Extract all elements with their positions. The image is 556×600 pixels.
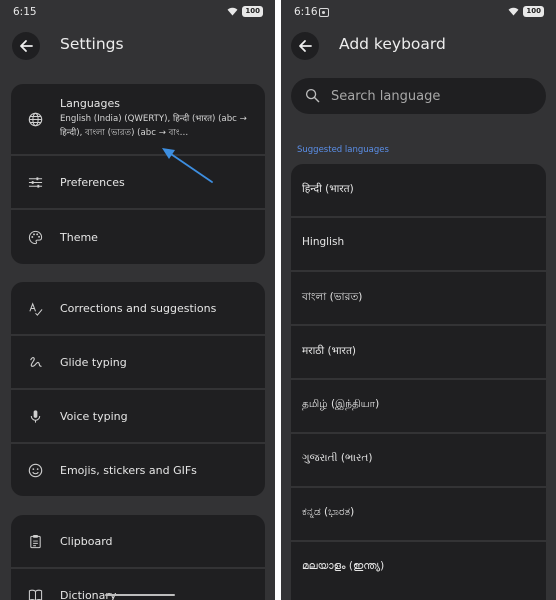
mic-icon bbox=[27, 408, 43, 424]
settings-item-glide-typing[interactable]: Glide typing bbox=[11, 336, 265, 388]
status-time: 6:16 bbox=[294, 6, 318, 18]
spellcheck-icon bbox=[27, 300, 43, 316]
add-keyboard-screen: 6:16 100 Add keyboard Suggested language… bbox=[281, 0, 556, 600]
status-time: 6:15 bbox=[13, 6, 37, 18]
settings-item-theme[interactable]: Theme bbox=[11, 210, 265, 264]
screen-record-icon bbox=[319, 8, 329, 17]
language-label: हिन्दी (भारत) bbox=[302, 183, 354, 195]
globe-icon bbox=[27, 111, 43, 127]
pointer-arrow-annotation bbox=[162, 148, 213, 183]
language-label: मराठी (भारत) bbox=[302, 345, 357, 357]
emojis-label: Emojis, stickers and GIFs bbox=[60, 464, 197, 477]
status-bar: 6:15 100 bbox=[0, 0, 275, 26]
language-item-gujarati[interactable]: ગુજરાતી (ભારત) bbox=[291, 434, 546, 486]
wifi-icon bbox=[227, 7, 238, 16]
app-bar: Settings bbox=[0, 30, 275, 60]
back-button[interactable] bbox=[291, 32, 319, 60]
languages-subtitle: English (India) (QWERTY), हिन्दी (भारत) … bbox=[60, 114, 247, 138]
battery-icon: 100 bbox=[523, 6, 544, 17]
corrections-label: Corrections and suggestions bbox=[60, 302, 217, 315]
book-icon bbox=[27, 587, 43, 600]
page-title: Add keyboard bbox=[339, 35, 446, 53]
back-button[interactable] bbox=[12, 32, 40, 60]
emoji-icon bbox=[27, 462, 43, 478]
status-icons: 100 bbox=[227, 6, 263, 17]
wifi-icon bbox=[508, 7, 519, 16]
settings-item-corrections[interactable]: Corrections and suggestions bbox=[11, 282, 265, 334]
battery-icon: 100 bbox=[242, 6, 263, 17]
language-label: ಕನ್ನಡ (ಭಾರತ) bbox=[302, 506, 355, 518]
sliders-icon bbox=[27, 174, 43, 190]
status-icons: 100 bbox=[508, 6, 544, 17]
language-item-kannada[interactable]: ಕನ್ನಡ (ಭಾರತ) bbox=[291, 488, 546, 540]
clipboard-label: Clipboard bbox=[60, 535, 113, 548]
language-label: Hinglish bbox=[302, 236, 345, 248]
language-item-tamil[interactable]: தமிழ் (இந்தியா) bbox=[291, 380, 546, 432]
section-title: Suggested languages bbox=[297, 145, 389, 155]
language-item-marathi[interactable]: मराठी (भारत) bbox=[291, 326, 546, 378]
search-icon bbox=[305, 88, 320, 107]
gesture-nav-bar[interactable] bbox=[105, 594, 175, 596]
page-title: Settings bbox=[60, 35, 124, 53]
palette-icon bbox=[27, 229, 43, 245]
app-bar: Add keyboard bbox=[281, 30, 556, 60]
settings-item-clipboard[interactable]: Clipboard bbox=[11, 515, 265, 567]
settings-item-preferences[interactable]: Preferences bbox=[11, 156, 265, 208]
status-bar: 6:16 100 bbox=[281, 0, 556, 26]
settings-group-1: Languages English (India) (QWERTY), हिन्… bbox=[11, 84, 265, 264]
language-label: ગુજરાતી (ભારત) bbox=[302, 452, 373, 464]
settings-item-languages[interactable]: Languages English (India) (QWERTY), हिन्… bbox=[11, 84, 265, 154]
glide-typing-label: Glide typing bbox=[60, 356, 127, 369]
gesture-icon bbox=[27, 354, 43, 370]
preferences-label: Preferences bbox=[60, 176, 125, 189]
settings-screen: 6:15 100 Settings Languages English (Ind… bbox=[0, 0, 275, 600]
settings-item-voice-typing[interactable]: Voice typing bbox=[11, 390, 265, 442]
search-bar[interactable] bbox=[291, 78, 546, 114]
language-item-hinglish[interactable]: Hinglish bbox=[291, 218, 546, 270]
language-item-bengali[interactable]: বাংলা (ভারত) bbox=[291, 272, 546, 324]
search-input[interactable] bbox=[331, 85, 531, 107]
settings-group-2: Corrections and suggestions Glide typing… bbox=[11, 282, 265, 496]
language-item-hindi[interactable]: हिन्दी (भारत) bbox=[291, 164, 546, 216]
language-label: മലയാളം (ഇന്ത്യ) bbox=[302, 560, 385, 572]
languages-label: Languages bbox=[60, 97, 121, 110]
settings-group-3: Clipboard Dictionary bbox=[11, 515, 265, 600]
language-label: தமிழ் (இந்தியா) bbox=[302, 398, 380, 410]
theme-label: Theme bbox=[60, 231, 98, 244]
arrow-back-icon bbox=[299, 40, 312, 52]
voice-typing-label: Voice typing bbox=[60, 410, 128, 423]
settings-item-emojis[interactable]: Emojis, stickers and GIFs bbox=[11, 444, 265, 496]
clipboard-icon bbox=[27, 533, 43, 549]
language-label: বাংলা (ভারত) bbox=[302, 291, 363, 303]
language-item-malayalam[interactable]: മലയാളം (ഇന്ത്യ) bbox=[291, 542, 546, 600]
arrow-back-icon bbox=[20, 40, 33, 52]
